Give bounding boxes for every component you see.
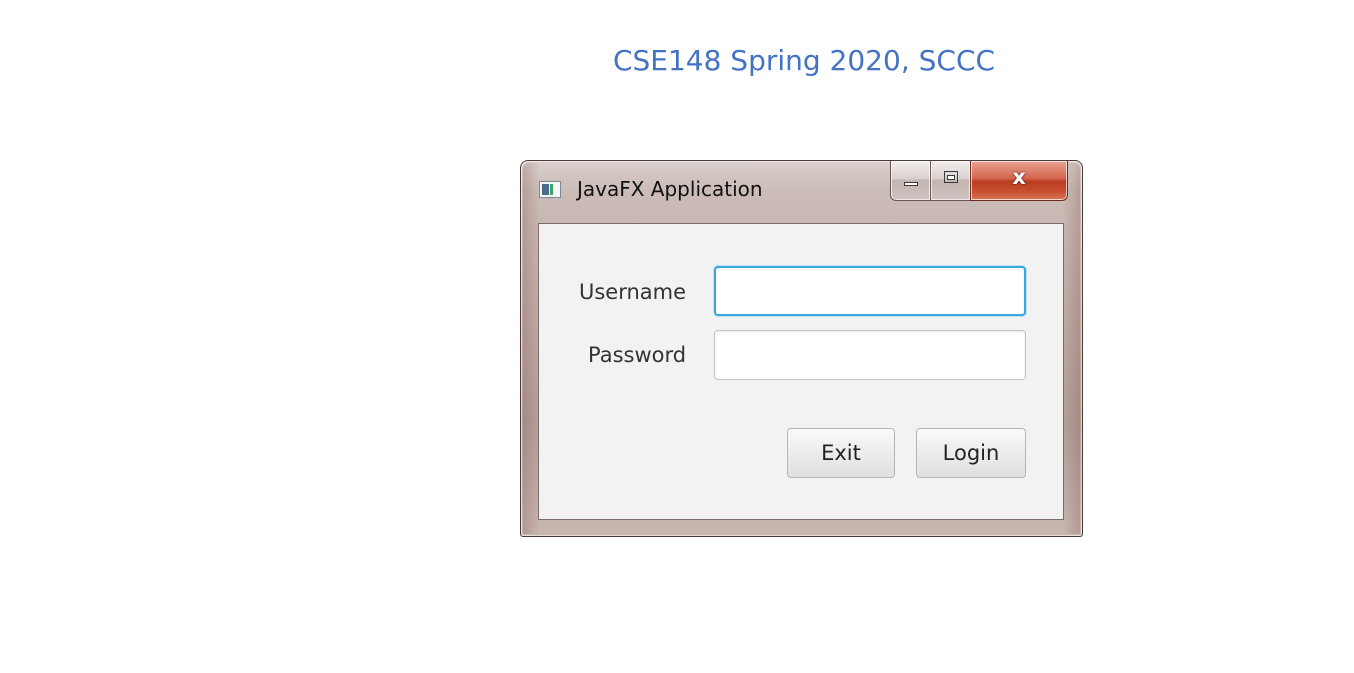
username-label: Username	[579, 280, 687, 304]
window-title: JavaFX Application	[577, 177, 763, 201]
app-icon-accent	[550, 184, 553, 195]
app-icon-pane	[542, 184, 549, 195]
javafx-window: JavaFX Application x Username Password E…	[520, 160, 1083, 537]
password-label: Password	[588, 343, 687, 367]
maximize-icon	[944, 171, 958, 183]
minimize-button[interactable]	[890, 161, 930, 201]
login-form: Username Password Exit Login	[538, 223, 1064, 520]
close-icon: x	[1012, 165, 1026, 189]
page-heading: CSE148 Spring 2020, SCCC	[612, 44, 996, 77]
caption-buttons: x	[890, 161, 1068, 201]
minimize-icon	[904, 182, 918, 186]
username-input[interactable]	[714, 266, 1026, 316]
exit-button[interactable]: Exit	[787, 428, 895, 478]
password-input[interactable]	[714, 330, 1026, 380]
window-titlebar[interactable]: JavaFX Application x	[521, 161, 1082, 221]
maximize-button[interactable]	[930, 161, 970, 201]
login-button[interactable]: Login	[916, 428, 1026, 478]
javafx-app-icon[interactable]	[539, 181, 561, 198]
close-button[interactable]: x	[970, 161, 1068, 201]
